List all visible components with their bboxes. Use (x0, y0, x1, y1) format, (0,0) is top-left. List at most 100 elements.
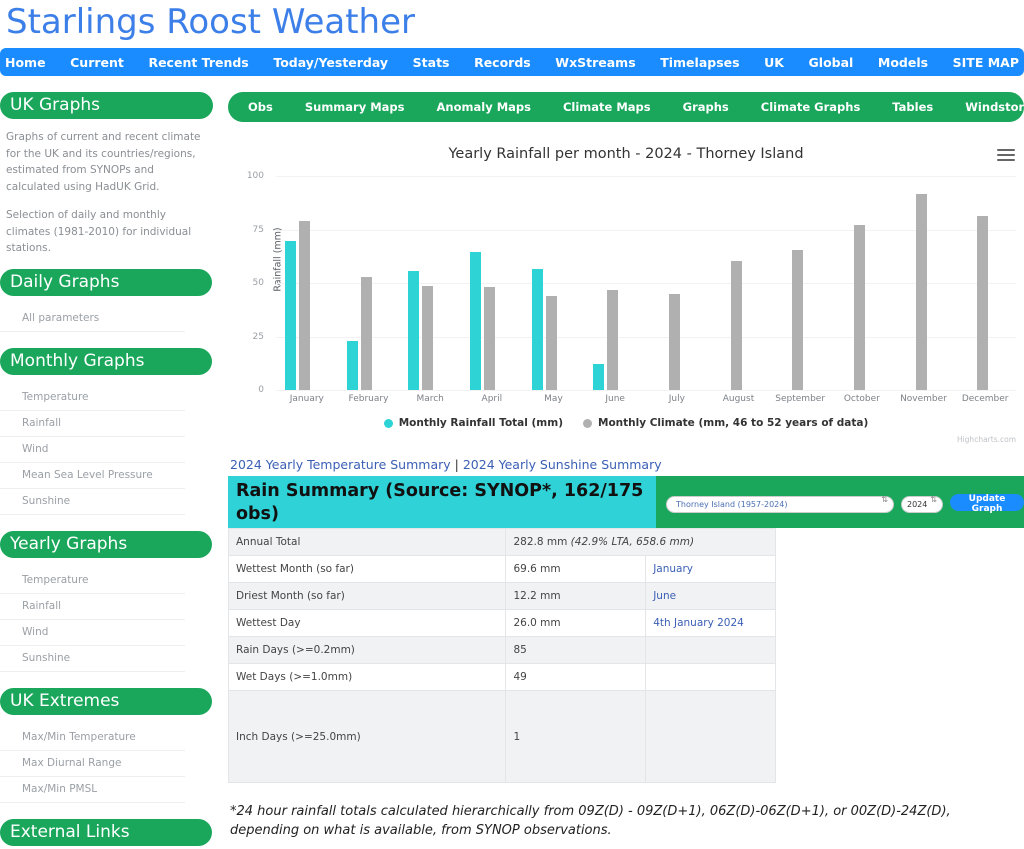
row-empty (645, 663, 776, 691)
row-label: Wettest Day (227, 609, 507, 637)
chart-bar-actual[interactable] (408, 271, 420, 390)
nav-item-records[interactable]: Records (469, 55, 536, 70)
nav-item-global[interactable]: Global (804, 55, 859, 70)
row-link[interactable]: June (645, 582, 776, 610)
chart-bar-climate[interactable] (792, 249, 804, 390)
chart-bar-group: July (646, 176, 708, 404)
chart-bar-climate[interactable] (422, 286, 434, 390)
sidebar-item-rainfall[interactable]: Rainfall (0, 594, 185, 620)
nav-item-stats[interactable]: Stats (408, 55, 455, 70)
nav-item-current[interactable]: Current (65, 55, 129, 70)
nav-item-today-yesterday[interactable]: Today/Yesterday (268, 55, 393, 70)
chart-bar-climate[interactable] (484, 286, 495, 390)
chart-bar-group: December (954, 176, 1016, 404)
year-select[interactable]: 2024 (901, 495, 943, 513)
sidebar-item-sunshine[interactable]: Sunshine (0, 646, 185, 672)
chart-y-tick: 50 (252, 278, 264, 288)
sidebar-heading-yearly-graphs: Yearly Graphs (0, 530, 212, 558)
table-row: Rain Days (>=0.2mm) 85 (227, 636, 776, 664)
chart-bar-group: April (461, 176, 523, 404)
chart-bar-group: February (338, 176, 400, 404)
link-sunshine-summary[interactable]: 2024 Yearly Sunshine Summary (463, 457, 662, 472)
row-empty (645, 690, 776, 783)
nav-item-wxstreams[interactable]: WxStreams (550, 55, 640, 70)
table-row: Annual Total 282.8 mm (42.9% LTA, 658.6 m… (227, 528, 776, 556)
row-label: Annual Total (227, 528, 507, 556)
sidebar-heading-daily-graphs: Daily Graphs (0, 268, 212, 296)
tab-windstorms[interactable]: Windstorms (965, 100, 1024, 114)
station-select[interactable]: Thorney Island (1957-2024) (666, 495, 894, 513)
tab-graphs[interactable]: Graphs (683, 100, 729, 114)
row-value-main: 282.8 mm (513, 536, 568, 548)
table-row: Driest Month (so far) 12.2 mm June (227, 582, 776, 610)
sidebar-item-wind[interactable]: Wind (0, 437, 185, 463)
sidebar-item-wind[interactable]: Wind (0, 620, 185, 646)
row-value: 26.0 mm (505, 609, 647, 637)
chart-bar-group: August (708, 176, 770, 404)
chart-bar-actual[interactable] (285, 241, 296, 390)
nav-item-uk[interactable]: UK (759, 55, 789, 70)
chart-bar-group: October (831, 176, 893, 404)
tab-climate-graphs[interactable]: Climate Graphs (761, 100, 861, 114)
sidebar-item-all-parameters[interactable]: All parameters (0, 306, 185, 332)
tab-climate-maps[interactable]: Climate Maps (563, 100, 651, 114)
chart-bar-climate[interactable] (915, 194, 927, 390)
legend-label: Monthly Climate (mm, 46 to 52 years of d… (598, 417, 869, 429)
chart-bar-climate[interactable] (977, 215, 989, 390)
row-label: Wettest Month (so far) (227, 555, 507, 583)
nav-item-recent-trends[interactable]: Recent Trends (143, 55, 253, 70)
chart-bar-climate[interactable] (730, 260, 742, 390)
sidebar-item-rainfall[interactable]: Rainfall (0, 411, 185, 437)
row-value: 12.2 mm (505, 582, 647, 610)
row-link[interactable]: 4th January 2024 (645, 609, 776, 637)
link-temperature-summary[interactable]: 2024 Yearly Temperature Summary (230, 457, 451, 472)
sidebar-item-temperature[interactable]: Temperature (0, 385, 185, 411)
row-label: Wet Days (>=1.0mm) (227, 663, 507, 691)
nav-item-home[interactable]: Home (0, 55, 51, 70)
hamburger-menu-icon[interactable] (997, 149, 1015, 164)
tab-summary-maps[interactable]: Summary Maps (305, 100, 405, 114)
hamburger-line (997, 154, 1015, 156)
chart-y-tick: 75 (252, 224, 264, 235)
tab-tables[interactable]: Tables (892, 100, 933, 114)
table-row: Inch Days (>=25.0mm) 1 (227, 690, 776, 783)
chart-bar-climate[interactable] (607, 290, 619, 390)
chart-bar-actual[interactable] (346, 341, 358, 390)
row-value: 1 (505, 690, 647, 783)
chart-bar-actual[interactable] (593, 363, 605, 390)
chart-title: Yearly Rainfall per month - 2024 - Thorn… (448, 146, 804, 162)
sidebar-heading-external-links: External Links (0, 818, 212, 846)
tab-obs[interactable]: Obs (248, 100, 273, 114)
sidebar-description-2: Selection of daily and monthly climates … (6, 209, 192, 254)
update-graph-button[interactable]: Update Graph (950, 493, 1024, 514)
chart-bar-climate[interactable] (854, 225, 865, 390)
hamburger-line (997, 149, 1015, 151)
chart-legend: Monthly Rainfall Total (mm) Monthly Clima… (228, 417, 1024, 429)
table-row: Wettest Month (so far) 69.6 mm January (227, 555, 776, 583)
nav-item-timelapses[interactable]: Timelapses (655, 55, 744, 70)
chart-bar-actual[interactable] (470, 251, 481, 390)
nav-item-models[interactable]: Models (873, 55, 933, 70)
sidebar-item-max-diurnal-range[interactable]: Max Diurnal Range (0, 751, 185, 777)
chart-bar-group: September (769, 176, 831, 404)
chart-bar-climate[interactable] (299, 221, 310, 390)
sidebar-item-sunshine[interactable]: Sunshine (0, 489, 185, 515)
chart-bar-climate[interactable] (545, 295, 557, 390)
legend-item[interactable]: Monthly Climate (mm, 46 to 52 years of d… (583, 417, 868, 429)
rain-summary-body: Annual Total 282.8 mm (42.9% LTA, 658.6 m… (227, 528, 1024, 783)
nav-item-site-map[interactable]: SITE MAP (948, 55, 1024, 70)
chart-bar-group: May (523, 176, 585, 404)
sidebar-item-max-min-pmsl[interactable]: Max/Min PMSL (0, 777, 185, 803)
sidebar-item-max-min-temperature[interactable]: Max/Min Temperature (0, 725, 185, 751)
sidebar-item-mean-sea-level-pressure[interactable]: Mean Sea Level Pressure (0, 463, 185, 489)
tab-anomaly-maps[interactable]: Anomaly Maps (437, 100, 531, 114)
sidebar-item-temperature[interactable]: Temperature (0, 568, 185, 594)
page-root: Starlings Roost Weather Home Current Recen… (0, 0, 1024, 849)
row-link[interactable]: January (645, 555, 776, 583)
page-title: Starlings Roost Weather (6, 2, 415, 42)
chart-bar-actual[interactable] (531, 268, 543, 390)
chart-bar-climate[interactable] (360, 276, 372, 390)
chart-bar-climate[interactable] (669, 294, 680, 390)
legend-item[interactable]: Monthly Rainfall Total (mm) (383, 417, 563, 429)
